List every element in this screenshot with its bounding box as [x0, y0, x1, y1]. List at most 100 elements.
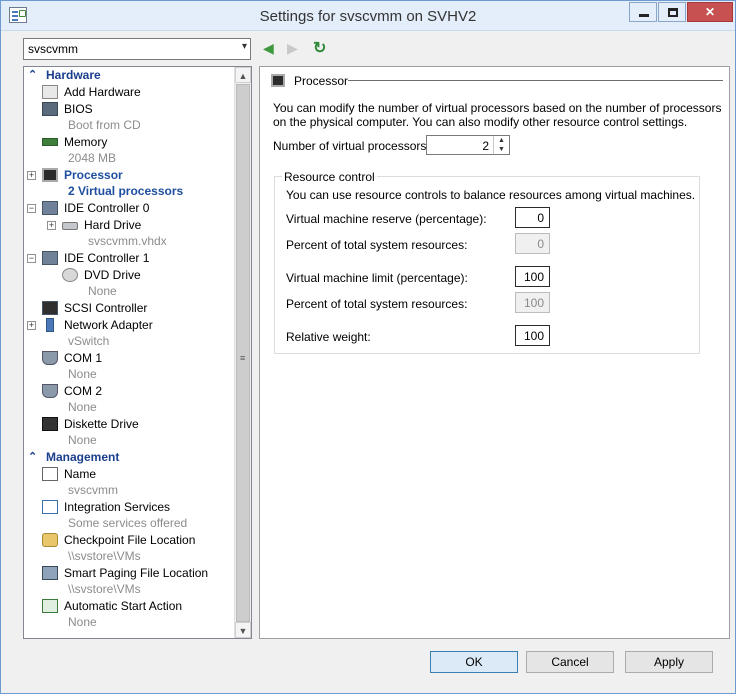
vm-select-dropdown[interactable]: svscvmm ▾	[23, 38, 251, 60]
tree-item-sub: None	[68, 400, 97, 414]
memory-icon	[42, 138, 58, 146]
hard-drive-icon	[62, 222, 78, 230]
automatic-start-icon	[42, 599, 58, 613]
scsi-controller-icon	[42, 301, 58, 315]
expand-icon[interactable]: +	[27, 321, 36, 330]
ide-controller-icon	[42, 201, 58, 215]
vm-select-value: svscvmm	[28, 42, 78, 56]
com-port-icon	[42, 351, 58, 365]
limit-label: Virtual machine limit (percentage):	[286, 271, 468, 285]
tree-item-sub: vSwitch	[68, 334, 110, 348]
tree-item-label: COM 1	[64, 351, 103, 365]
back-arrow-icon[interactable]: ◀	[263, 40, 274, 57]
tree-item-label: IDE Controller 0	[64, 201, 150, 215]
collapse-icon[interactable]: −	[27, 204, 36, 213]
name-icon	[42, 467, 58, 481]
close-button[interactable]: ✕	[687, 2, 733, 22]
limit-input[interactable]: 100	[515, 266, 550, 287]
tree-item-checkpoint-file-location[interactable]: Checkpoint File Location \\svstore\VMs	[24, 532, 235, 565]
hardware-section-header[interactable]: ⌃ Hardware	[24, 67, 235, 84]
expand-icon[interactable]: +	[27, 171, 36, 180]
tree-item-smart-paging-file-location[interactable]: Smart Paging File Location \\svstore\VMs	[24, 565, 235, 598]
weight-input[interactable]: 100	[515, 325, 550, 346]
tree-item-hard-drive[interactable]: + Hard Drive svscvmm.vhdx	[24, 217, 235, 250]
stepper-down-icon[interactable]: ▼	[494, 145, 509, 154]
settings-tree: ⌃ Hardware Add Hardware BIOS Boot from C…	[23, 66, 252, 639]
collapse-chevron-icon: ⌃	[28, 451, 38, 463]
ide-controller-icon	[42, 251, 58, 265]
scroll-down-icon[interactable]: ▼	[235, 622, 251, 638]
cancel-button[interactable]: Cancel	[526, 651, 614, 673]
tree-item-add-hardware[interactable]: Add Hardware	[24, 84, 235, 101]
tree-item-memory[interactable]: Memory 2048 MB	[24, 134, 235, 167]
vproc-label: Number of virtual processors:	[273, 139, 430, 153]
tree-item-com-2[interactable]: COM 2 None	[24, 383, 235, 416]
tree-item-integration-services[interactable]: Integration Services Some services offer…	[24, 499, 235, 532]
tree-item-scsi-controller[interactable]: SCSI Controller	[24, 300, 235, 317]
tree-item-label: Automatic Start Action	[64, 599, 183, 613]
forward-arrow-icon[interactable]: ▶	[287, 40, 298, 57]
tree-item-label: COM 2	[64, 384, 103, 398]
title-bar[interactable]: Settings for svscvmm on SVHV2 ✕	[1, 1, 735, 31]
minimize-button[interactable]	[629, 2, 657, 22]
stepper-up-icon[interactable]: ▲	[494, 136, 509, 145]
minimize-icon	[639, 14, 649, 17]
tree-item-processor[interactable]: + Processor 2 Virtual processors	[24, 167, 235, 200]
com-port-icon	[42, 384, 58, 398]
tree-item-sub: Boot from CD	[68, 118, 141, 132]
tree-item-label: Integration Services	[64, 500, 171, 514]
maximize-button[interactable]	[658, 2, 686, 22]
refresh-icon[interactable]: ↻	[313, 38, 326, 58]
tree-item-network-adapter[interactable]: + Network Adapter vSwitch	[24, 317, 235, 350]
tree-item-ide-controller-0[interactable]: − IDE Controller 0	[24, 200, 235, 217]
grip-icon: ≡	[240, 353, 246, 363]
integration-services-icon	[42, 500, 58, 514]
tree-item-com-1[interactable]: COM 1 None	[24, 350, 235, 383]
apply-button[interactable]: Apply	[625, 651, 713, 673]
diskette-drive-icon	[42, 417, 58, 431]
tree-item-sub: None	[68, 433, 97, 447]
tree-item-label: Name	[64, 467, 97, 481]
settings-window: Settings for svscvmm on SVHV2 ✕ svscvmm …	[0, 0, 736, 694]
reserve-input[interactable]: 0	[515, 207, 550, 228]
tree-item-automatic-start-action[interactable]: Automatic Start Action None	[24, 598, 235, 631]
resource-control-title: Resource control	[282, 170, 377, 184]
stepper-buttons[interactable]: ▲ ▼	[493, 136, 509, 154]
scroll-up-icon[interactable]: ▲	[235, 67, 251, 83]
network-adapter-icon	[46, 318, 54, 332]
tree-scrollbar[interactable]: ▲ ≡ ▼	[234, 67, 251, 638]
tree-item-ide-controller-1[interactable]: − IDE Controller 1	[24, 250, 235, 267]
tree-item-bios[interactable]: BIOS Boot from CD	[24, 101, 235, 134]
tree-item-sub: Some services offered	[68, 516, 188, 530]
limit-percent-label: Percent of total system resources:	[286, 297, 468, 311]
tree-item-diskette-drive[interactable]: Diskette Drive None	[24, 416, 235, 449]
tree-item-label: Checkpoint File Location	[64, 533, 196, 547]
processor-icon	[271, 74, 285, 87]
tree-item-sub: svscvmm.vhdx	[88, 234, 167, 248]
tree-item-name[interactable]: Name svscvmm	[24, 466, 235, 499]
dvd-drive-icon	[62, 268, 78, 282]
resource-control-group	[274, 176, 700, 354]
tree-item-label: Memory	[64, 135, 108, 149]
collapse-icon[interactable]: −	[27, 254, 36, 263]
vproc-value: 2	[482, 139, 489, 153]
tree-item-dvd-drive[interactable]: DVD Drive None	[24, 267, 235, 300]
tree-item-label: BIOS	[64, 102, 93, 116]
heading-divider	[348, 80, 723, 81]
expand-icon[interactable]: +	[47, 221, 56, 230]
reserve-percent-label: Percent of total system resources:	[286, 238, 468, 252]
resource-control-description: You can use resource controls to balance…	[286, 188, 696, 202]
close-icon: ✕	[704, 5, 716, 19]
tree-item-sub: \\svstore\VMs	[68, 549, 141, 563]
tree-item-sub: None	[68, 367, 97, 381]
vproc-stepper[interactable]: 2 ▲ ▼	[426, 135, 510, 155]
scrollbar-thumb[interactable]: ≡	[236, 84, 250, 622]
tree-item-label: DVD Drive	[84, 268, 141, 282]
add-hardware-icon	[42, 85, 58, 99]
tree-item-label: Network Adapter	[64, 318, 153, 332]
ok-button[interactable]: OK	[430, 651, 518, 673]
chevron-down-icon: ▾	[241, 41, 247, 52]
hardware-header-label: Hardware	[46, 68, 101, 82]
collapse-chevron-icon: ⌃	[28, 69, 38, 81]
management-section-header[interactable]: ⌃ Management	[24, 449, 235, 466]
